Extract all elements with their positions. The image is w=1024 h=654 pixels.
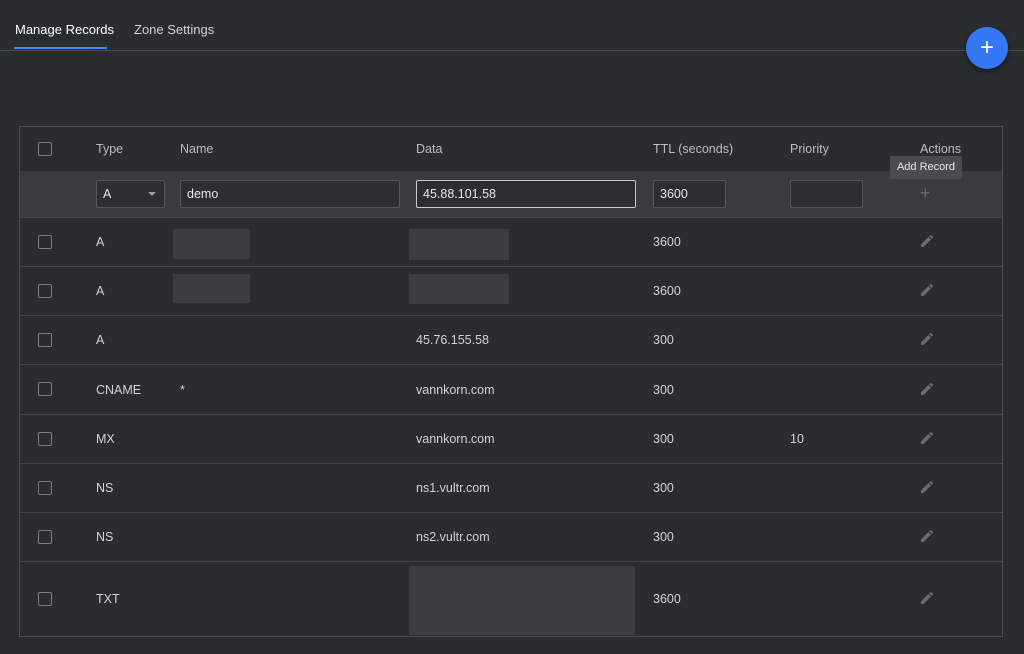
column-header-type: Type — [96, 142, 124, 156]
record-type: NS — [96, 530, 114, 544]
add-record-plus-icon[interactable]: + — [920, 183, 931, 204]
record-ttl: 300 — [653, 530, 674, 544]
record-type: NS — [96, 481, 114, 495]
column-header-ttl: TTL (seconds) — [653, 142, 734, 156]
ttl-input[interactable]: 3600 — [653, 180, 726, 208]
record-type: MX — [96, 432, 115, 446]
table-row: A 45.76.155.58 300 — [20, 315, 1002, 365]
tab-bar: Manage Records Zone Settings — [0, 0, 1024, 51]
ttl-input-value: 3600 — [660, 187, 688, 201]
record-data: ns2.vultr.com — [416, 530, 490, 544]
row-checkbox[interactable] — [38, 284, 52, 298]
row-checkbox[interactable] — [38, 592, 52, 606]
record-type: TXT — [96, 592, 120, 606]
select-all-checkbox[interactable] — [38, 142, 52, 156]
active-tab-indicator — [14, 47, 107, 49]
row-checkbox[interactable] — [38, 530, 52, 544]
tab-manage-records[interactable]: Manage Records — [15, 22, 114, 37]
chevron-down-icon — [148, 192, 156, 196]
record-name: * — [180, 383, 185, 397]
record-ttl: 300 — [653, 333, 674, 347]
record-data: vannkorn.com — [416, 383, 495, 397]
redacted-name — [173, 274, 250, 303]
record-type: A — [96, 235, 105, 249]
redacted-data — [409, 229, 509, 260]
add-record-tooltip: Add Record — [890, 156, 962, 179]
edit-icon[interactable] — [919, 479, 935, 495]
dns-records-table: Type Name Data TTL (seconds) Priority Ac… — [19, 126, 1003, 637]
add-record-row: A demo 45.88.101.58 3600 + — [20, 171, 1002, 218]
column-header-data: Data — [416, 142, 443, 156]
data-input-value: 45.88.101.58 — [423, 187, 496, 201]
row-checkbox[interactable] — [38, 432, 52, 446]
record-ttl: 300 — [653, 383, 674, 397]
record-ttl: 300 — [653, 432, 674, 446]
column-header-name: Name — [180, 142, 214, 156]
record-type: CNAME — [96, 383, 142, 397]
edit-icon[interactable] — [919, 282, 935, 298]
name-input[interactable]: demo — [180, 180, 400, 208]
record-ttl: 3600 — [653, 592, 681, 606]
row-checkbox[interactable] — [38, 481, 52, 495]
type-select-value: A — [103, 187, 112, 201]
table-row: TXT 3600 — [20, 561, 1002, 636]
name-input-value: demo — [187, 187, 219, 201]
edit-icon[interactable] — [919, 528, 935, 544]
edit-icon[interactable] — [919, 590, 935, 606]
record-ttl: 300 — [653, 481, 674, 495]
tab-zone-settings[interactable]: Zone Settings — [134, 22, 214, 37]
table-row: A 3600 — [20, 266, 1002, 316]
row-checkbox[interactable] — [38, 235, 52, 249]
edit-icon[interactable] — [919, 233, 935, 249]
add-record-fab[interactable]: + — [966, 27, 1008, 69]
data-input[interactable]: 45.88.101.58 — [416, 180, 636, 208]
record-type: A — [96, 333, 105, 347]
row-checkbox[interactable] — [38, 333, 52, 347]
edit-icon[interactable] — [919, 381, 935, 397]
edit-icon[interactable] — [919, 430, 935, 446]
record-priority: 10 — [790, 432, 804, 446]
redacted-data — [409, 566, 635, 635]
record-ttl: 3600 — [653, 284, 681, 298]
record-ttl: 3600 — [653, 235, 681, 249]
row-checkbox[interactable] — [38, 382, 52, 396]
redacted-name — [173, 229, 250, 259]
column-header-priority: Priority — [790, 142, 829, 156]
priority-input[interactable] — [790, 180, 863, 208]
table-row: CNAME * vannkorn.com 300 — [20, 364, 1002, 415]
table-row: NS ns2.vultr.com 300 — [20, 512, 1002, 562]
column-header-actions: Actions — [920, 142, 961, 156]
record-data: 45.76.155.58 — [416, 333, 489, 347]
record-data: ns1.vultr.com — [416, 481, 490, 495]
table-row: A 3600 — [20, 217, 1002, 267]
redacted-data — [409, 274, 509, 304]
edit-icon[interactable] — [919, 331, 935, 347]
record-data: vannkorn.com — [416, 432, 495, 446]
type-select[interactable]: A — [96, 180, 165, 208]
table-row: MX vannkorn.com 300 10 — [20, 414, 1002, 464]
table-row: NS ns1.vultr.com 300 — [20, 463, 1002, 513]
record-type: A — [96, 284, 105, 298]
table-header: Type Name Data TTL (seconds) Priority Ac… — [20, 127, 1002, 172]
plus-icon: + — [979, 34, 994, 61]
